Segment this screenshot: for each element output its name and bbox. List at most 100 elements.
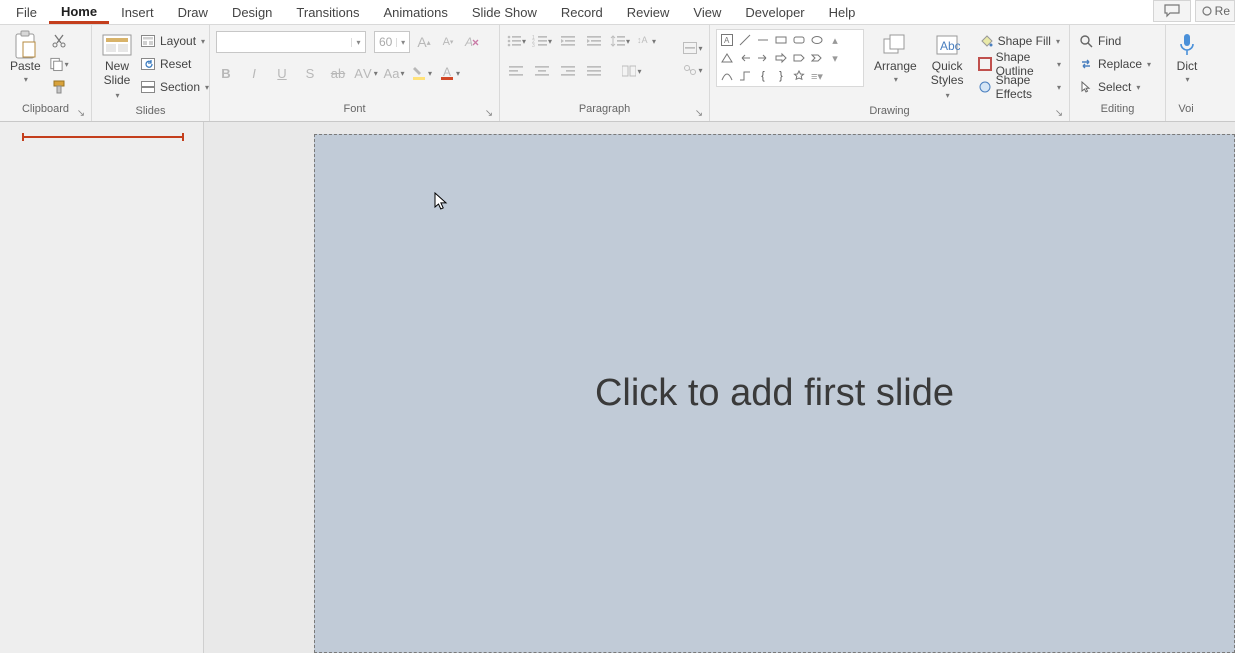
strike-button[interactable]: ab: [328, 63, 348, 83]
char-spacing-button[interactable]: AV▾: [356, 63, 376, 83]
insertion-caret: [22, 136, 184, 138]
layout-button[interactable]: Layout▾: [138, 31, 211, 51]
tab-animations[interactable]: Animations: [372, 1, 460, 24]
tab-developer[interactable]: Developer: [733, 1, 816, 24]
rounded-rect-icon: [791, 32, 807, 48]
chevron-down-icon: ▾: [204, 83, 209, 92]
align-right-button[interactable]: [558, 61, 578, 81]
replace-button[interactable]: Replace ▾: [1076, 54, 1153, 74]
shapes-gallery[interactable]: A ▴ ▾ { } ≡▾: [716, 29, 864, 87]
bold-button[interactable]: B: [216, 63, 236, 83]
chevron-down-icon: ▾: [636, 67, 641, 76]
copy-button[interactable]: ▾: [49, 54, 69, 74]
star-icon: [791, 68, 807, 84]
tab-insert[interactable]: Insert: [109, 1, 166, 24]
tab-file[interactable]: File: [4, 1, 49, 24]
find-button[interactable]: Find: [1076, 31, 1153, 51]
italic-button[interactable]: I: [244, 63, 264, 83]
increase-indent-button[interactable]: [584, 31, 604, 51]
cursor-icon: [1078, 79, 1094, 95]
tab-slide-show[interactable]: Slide Show: [460, 1, 549, 24]
line-spacing-button[interactable]: ▾: [610, 31, 630, 51]
chevron-down-icon[interactable]: ▾: [396, 38, 409, 47]
chevron-down-icon: ▾: [1135, 83, 1140, 92]
shadow-button[interactable]: S: [300, 63, 320, 83]
group-font: ▾ 60 ▾ A▴ A▾ A B I U S: [210, 25, 500, 121]
font-name-combo[interactable]: ▾: [216, 31, 366, 53]
add-first-slide-placeholder[interactable]: Click to add first slide: [314, 134, 1235, 653]
more-shapes-icon[interactable]: ≡▾: [809, 68, 825, 84]
tab-draw[interactable]: Draw: [166, 1, 220, 24]
group-voice: Dict ▾ Voi: [1166, 25, 1206, 121]
replace-icon: [1078, 56, 1094, 72]
spin-up-icon[interactable]: ▴: [827, 32, 843, 48]
reset-button[interactable]: Reset: [138, 54, 211, 74]
group-slides: New Slide ▾ Layout▾ Reset Section▾ Slide…: [92, 25, 210, 121]
font-color-button[interactable]: A▾: [440, 63, 460, 83]
dialog-launcher-icon[interactable]: ↘: [483, 108, 495, 120]
arrange-button[interactable]: Arrange ▾: [870, 29, 921, 89]
shape-outline-button[interactable]: Shape Outline▾: [976, 54, 1063, 74]
quick-styles-button[interactable]: Abc Quick Styles ▾: [927, 29, 968, 105]
chevron-down-icon: ▾: [200, 37, 205, 46]
comments-button[interactable]: [1153, 0, 1191, 22]
group-drawing: A ▴ ▾ { } ≡▾: [710, 25, 1070, 121]
pentagon-icon: [791, 50, 807, 66]
shape-effects-button[interactable]: Shape Effects▾: [976, 77, 1063, 97]
text-direction-button[interactable]: ↕A▾: [636, 31, 656, 51]
align-left-button[interactable]: [506, 61, 526, 81]
align-text-button[interactable]: ▾: [683, 38, 703, 58]
dialog-launcher-icon[interactable]: ↘: [1053, 108, 1065, 120]
search-icon: [1078, 33, 1094, 49]
cut-button[interactable]: [49, 31, 69, 51]
oval-icon: [809, 32, 825, 48]
spin-down-icon[interactable]: ▾: [827, 50, 843, 66]
arrow-block-icon: [773, 50, 789, 66]
paste-button[interactable]: Paste ▾: [6, 29, 45, 89]
increase-font-button[interactable]: A▴: [414, 32, 434, 52]
chevron-down-icon: ▾: [64, 60, 69, 69]
slide-thumbnail-panel[interactable]: [0, 122, 204, 653]
brace-l-icon: {: [755, 68, 771, 84]
section-icon: [140, 79, 156, 95]
tab-transitions[interactable]: Transitions: [284, 1, 371, 24]
decrease-indent-button[interactable]: [558, 31, 578, 51]
decrease-font-button[interactable]: A▾: [438, 32, 458, 52]
smartart-button[interactable]: ▾: [683, 60, 703, 80]
bullets-button[interactable]: ▾: [506, 31, 526, 51]
tab-review[interactable]: Review: [615, 1, 682, 24]
align-justify-button[interactable]: [584, 61, 604, 81]
shape-effects-label: Shape Effects: [996, 73, 1052, 101]
underline-button[interactable]: U: [272, 63, 292, 83]
chevron-down-icon: ▾: [114, 91, 119, 100]
shape-fill-button[interactable]: Shape Fill▾: [976, 31, 1063, 51]
chevron-down-icon: ▾: [455, 69, 460, 78]
arrange-label: Arrange: [874, 59, 917, 73]
font-size-combo[interactable]: 60 ▾: [374, 31, 410, 53]
shape-fill-label: Shape Fill: [998, 34, 1051, 48]
chevron-down-icon[interactable]: ▾: [351, 38, 365, 47]
dialog-launcher-icon[interactable]: ↘: [75, 108, 87, 120]
chevron-down-icon: ▾: [427, 69, 432, 78]
change-case-button[interactable]: Aa▾: [384, 63, 404, 83]
section-button[interactable]: Section▾: [138, 77, 211, 97]
columns-button[interactable]: ▾: [622, 61, 642, 81]
numbering-button[interactable]: 123▾: [532, 31, 552, 51]
tab-help[interactable]: Help: [817, 1, 868, 24]
dialog-launcher-icon[interactable]: ↘: [693, 108, 705, 120]
select-button[interactable]: Select ▾: [1076, 77, 1153, 97]
new-slide-button[interactable]: New Slide ▾: [98, 29, 136, 105]
quick-styles-label-2: Styles: [931, 73, 964, 87]
tab-design[interactable]: Design: [220, 1, 284, 24]
tab-view[interactable]: View: [681, 1, 733, 24]
dictate-button[interactable]: Dict ▾: [1172, 29, 1202, 89]
record-button[interactable]: Re: [1195, 0, 1235, 22]
clear-formatting-button[interactable]: A: [462, 32, 482, 52]
tab-record[interactable]: Record: [549, 1, 615, 24]
chevron-down-icon: ▾: [521, 37, 526, 46]
format-painter-button[interactable]: [49, 77, 69, 97]
align-center-button[interactable]: [532, 61, 552, 81]
tab-home[interactable]: Home: [49, 0, 109, 24]
microphone-icon: [1176, 31, 1198, 59]
highlight-button[interactable]: ▾: [412, 63, 432, 83]
